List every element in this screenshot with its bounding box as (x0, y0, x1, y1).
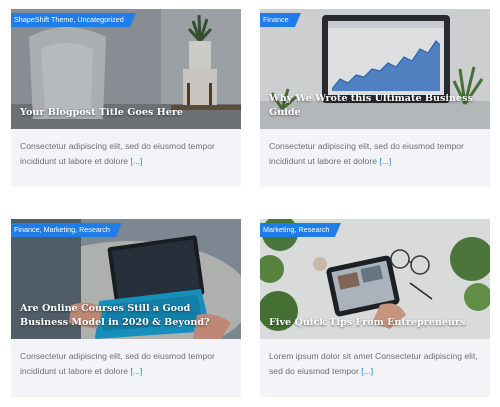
post-thumbnail[interactable]: Finance Why We Wrote this Ultimate Busin… (260, 9, 490, 129)
post-card: Finance, Marketing, Research Are Online … (11, 219, 241, 397)
post-card: Finance Why We Wrote this Ultimate Busin… (260, 9, 490, 187)
read-more-link[interactable]: [...] (361, 366, 373, 376)
post-thumbnail[interactable]: Finance, Marketing, Research Are Online … (11, 219, 241, 339)
post-title[interactable]: Your Blogpost Title Goes Here (20, 106, 233, 120)
post-excerpt-text: Consectetur adipiscing elit, sed do eius… (269, 141, 464, 166)
post-title[interactable]: Why We Wrote this Ultimate Business Guid… (269, 92, 482, 120)
post-excerpt: Consectetur adipiscing elit, sed do eius… (11, 339, 241, 379)
post-categories[interactable]: Finance, Marketing, Research (11, 223, 122, 237)
read-more-link[interactable]: [...] (130, 156, 142, 166)
post-excerpt: Lorem ipsum dolor sit amet Consectetur a… (260, 339, 490, 379)
post-card: ShapeShift Theme, Uncategorized Your Blo… (11, 9, 241, 187)
post-title[interactable]: Are Online Courses Still a Good Business… (20, 302, 233, 330)
post-excerpt-text: Consectetur adipiscing elit, sed do eius… (20, 351, 215, 376)
post-card: Marketing, Research Five Quick Tips From… (260, 219, 490, 397)
read-more-link[interactable]: [...] (130, 366, 142, 376)
post-thumbnail[interactable]: Marketing, Research Five Quick Tips From… (260, 219, 490, 339)
post-thumbnail[interactable]: ShapeShift Theme, Uncategorized Your Blo… (11, 9, 241, 129)
read-more-link[interactable]: [...] (379, 156, 391, 166)
post-excerpt: Consectetur adipiscing elit, sed do eius… (11, 129, 241, 169)
post-categories[interactable]: Finance (260, 13, 301, 27)
post-excerpt-text: Lorem ipsum dolor sit amet Consectetur a… (269, 351, 478, 376)
post-excerpt-text: Consectetur adipiscing elit, sed do eius… (20, 141, 215, 166)
post-title[interactable]: Five Quick Tips From Entrepreneurs (269, 316, 482, 330)
post-categories[interactable]: Marketing, Research (260, 223, 342, 241)
blog-post-grid: ShapeShift Theme, Uncategorized Your Blo… (0, 0, 500, 407)
post-categories[interactable]: ShapeShift Theme, Uncategorized (11, 13, 136, 27)
post-excerpt: Consectetur adipiscing elit, sed do eius… (260, 129, 490, 169)
